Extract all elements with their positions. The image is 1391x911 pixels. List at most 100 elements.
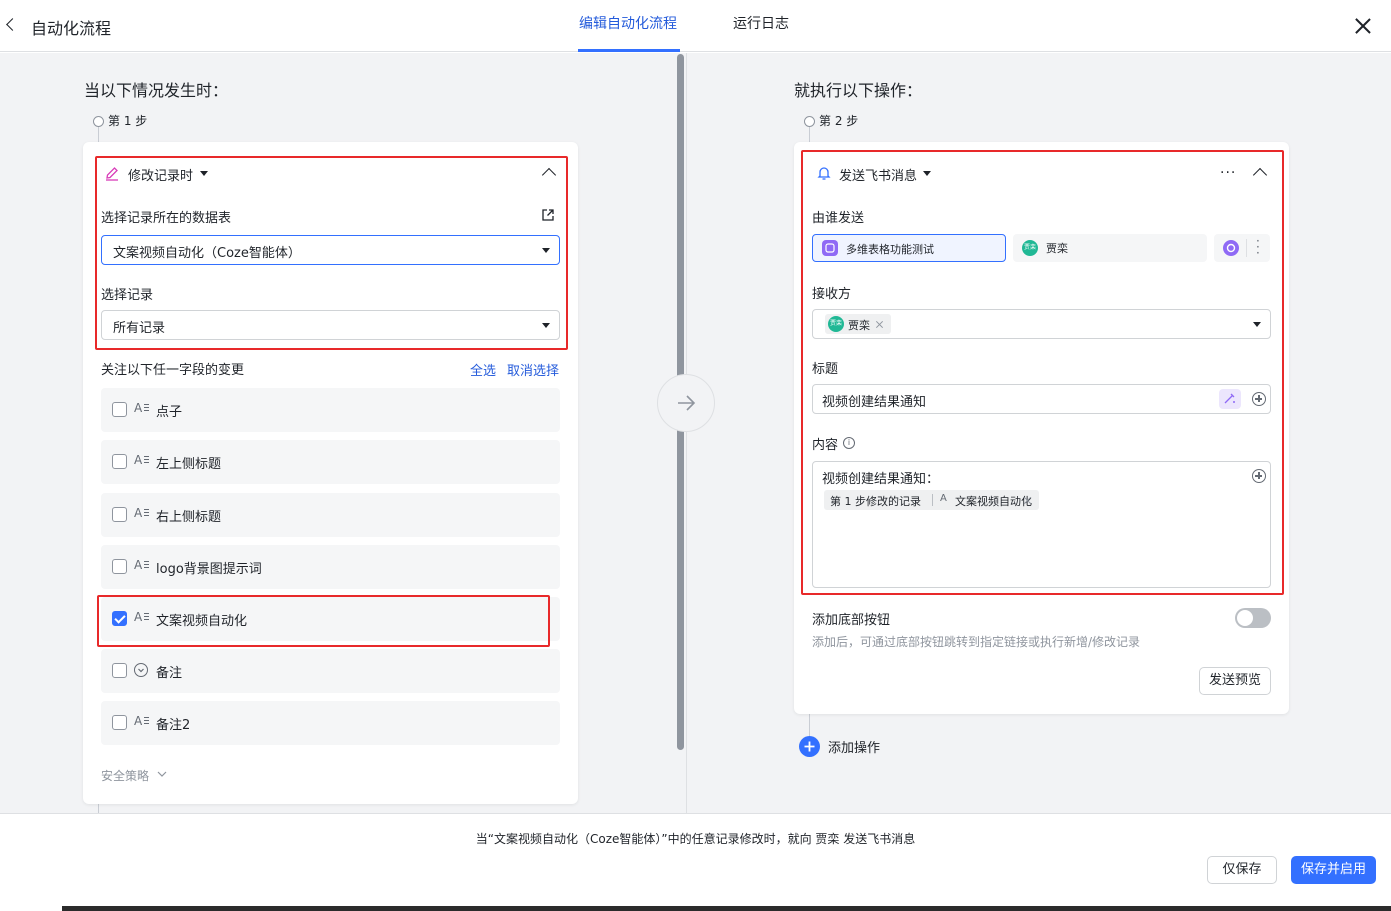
title-input-value: 视频创建结果通知 [822, 395, 927, 410]
field-checkbox-checked[interactable] [112, 611, 127, 626]
action-type-label[interactable]: 发送飞书消息 [839, 165, 917, 184]
text-field-icon: A [134, 714, 150, 730]
remove-receiver-close-icon[interactable] [875, 320, 884, 329]
receiver-select[interactable]: 贾栾 贾栾 [812, 309, 1271, 339]
field-row[interactable]: A 右上侧标题 [101, 493, 560, 537]
avatar: 贾栾 [828, 316, 844, 332]
bitable-app-icon [822, 240, 838, 256]
info-icon[interactable]: i [843, 437, 855, 449]
field-checkbox[interactable] [112, 559, 127, 574]
field-checkbox[interactable] [112, 402, 127, 417]
save-and-enable-button[interactable]: 保存并启用 [1291, 856, 1376, 884]
select-all-link[interactable]: 全选 [470, 360, 496, 379]
field-checkbox[interactable] [112, 454, 127, 469]
panel-divider [686, 53, 687, 813]
page-title: 自动化流程 [31, 19, 112, 38]
footer-button-toggle[interactable] [1235, 608, 1271, 628]
receiver-label: 接收方 [812, 287, 852, 302]
single-select-field-icon [134, 663, 148, 677]
field-name: 备注2 [156, 718, 191, 733]
sender-more-option[interactable]: · · · [1214, 234, 1270, 262]
insert-field-plus-icon[interactable] [1252, 392, 1266, 406]
flow-arrow [657, 374, 715, 432]
content-tag-step: 第 1 步修改的记录 [830, 495, 921, 508]
text-field-icon: A [134, 453, 150, 469]
field-checkbox[interactable] [112, 663, 127, 678]
back-arrow-icon[interactable] [2, 14, 18, 36]
ai-magic-icon[interactable] [1219, 389, 1241, 409]
title-input[interactable]: 视频创建结果通知 [812, 384, 1271, 414]
taskbar-strip [62, 906, 1391, 911]
field-row[interactable]: A logo背景图提示词 [101, 545, 560, 589]
sender-user-option[interactable]: 贾栾 贾栾 [1013, 234, 1207, 262]
more-options-icon[interactable]: ··· [1220, 165, 1238, 181]
step-2-label: 第 2 步 [819, 114, 859, 128]
text-field-icon: A [134, 558, 150, 574]
field-row[interactable]: A 备注2 [101, 701, 560, 745]
add-action-link[interactable]: 添加操作 [828, 737, 880, 756]
remove-tag-close-icon[interactable] [1023, 496, 1032, 505]
separator [932, 494, 933, 506]
content-tag-field: 文案视频自动化 [955, 495, 1032, 508]
action-type-caret-icon[interactable] [923, 171, 931, 176]
tab-edit-flow[interactable]: 编辑自动化流程 [579, 13, 677, 33]
field-row[interactable]: A 左上侧标题 [101, 440, 560, 484]
insert-field-plus-icon[interactable] [1252, 469, 1266, 483]
deselect-link[interactable]: 取消选择 [507, 360, 559, 379]
watch-fields-label: 关注以下任一字段的变更 [101, 363, 245, 378]
trigger-type-caret-icon[interactable] [200, 171, 208, 176]
add-action-plus-icon[interactable] [799, 736, 820, 757]
field-row[interactable]: A 点子 [101, 388, 560, 432]
field-checkbox[interactable] [112, 715, 127, 730]
separator [1246, 239, 1247, 257]
bot-icon [1223, 240, 1239, 256]
chevron-down-icon [1253, 322, 1261, 327]
table-select[interactable]: 文案视频自动化（Coze智能体） [101, 235, 560, 265]
field-name: logo背景图提示词 [156, 562, 262, 577]
field-row[interactable]: A 文案视频自动化 [101, 597, 560, 641]
content-text: 视频创建结果通知： [822, 472, 940, 487]
receiver-tag: 贾栾 贾栾 [825, 314, 891, 334]
field-row[interactable]: 备注 [101, 649, 560, 693]
action-section-title: 就执行以下操作： [794, 81, 923, 100]
edit-pencil-icon [104, 165, 120, 181]
sender-app-name: 多维表格功能测试 [846, 243, 934, 256]
field-name: 点子 [156, 405, 183, 420]
table-select-value: 文案视频自动化（Coze智能体） [113, 246, 301, 261]
action-card [794, 142, 1289, 714]
record-select-label: 选择记录 [101, 288, 154, 303]
content-textarea[interactable]: 视频创建结果通知： 第 1 步修改的记录 A 文案视频自动化 [812, 461, 1271, 588]
field-name: 文案视频自动化 [156, 614, 248, 629]
sender-label: 由谁发送 [812, 211, 865, 226]
field-checkbox[interactable] [112, 507, 127, 522]
close-icon[interactable] [1352, 15, 1374, 37]
vertical-more-icon[interactable]: · · · [1256, 235, 1260, 259]
send-preview-button[interactable]: 发送预览 [1199, 667, 1271, 695]
security-policy-toggle[interactable]: 安全策略 [101, 767, 149, 784]
trigger-type-label[interactable]: 修改记录时 [128, 165, 193, 184]
footer-button-label: 添加底部按钮 [812, 613, 891, 628]
automation-summary: 当“文案视频自动化（Coze智能体）”中的任意记录修改时，就向 贾栾 发送飞书消… [475, 832, 916, 846]
footer-bar [0, 813, 1391, 906]
content-label: 内容 [812, 438, 839, 453]
arrow-right-icon [678, 395, 696, 411]
step-1-label: 第 1 步 [108, 114, 148, 128]
bell-icon [816, 165, 832, 181]
field-name: 右上侧标题 [156, 510, 222, 525]
chevron-down-icon[interactable] [157, 768, 167, 778]
save-button[interactable]: 仅保存 [1207, 856, 1277, 884]
top-bar: 自动化流程 编辑自动化流程 运行日志 [0, 0, 1391, 52]
step-1-dot [93, 116, 104, 127]
record-select-value: 所有记录 [113, 321, 166, 336]
sender-user-name: 贾栾 [1046, 242, 1068, 255]
field-name: 左上侧标题 [156, 457, 222, 472]
sender-app-option[interactable]: 多维表格功能测试 [812, 234, 1006, 262]
footer-button-desc: 添加后，可通过底部按钮跳转到指定链接或执行新增/修改记录 [812, 635, 1141, 649]
field-name: 备注 [156, 666, 183, 681]
title-label: 标题 [812, 362, 839, 377]
tab-run-log[interactable]: 运行日志 [733, 13, 789, 33]
chevron-down-icon [542, 323, 550, 328]
record-select[interactable]: 所有记录 [101, 310, 560, 340]
trigger-section-title: 当以下情况发生时： [84, 81, 229, 100]
open-external-icon[interactable] [541, 208, 555, 222]
